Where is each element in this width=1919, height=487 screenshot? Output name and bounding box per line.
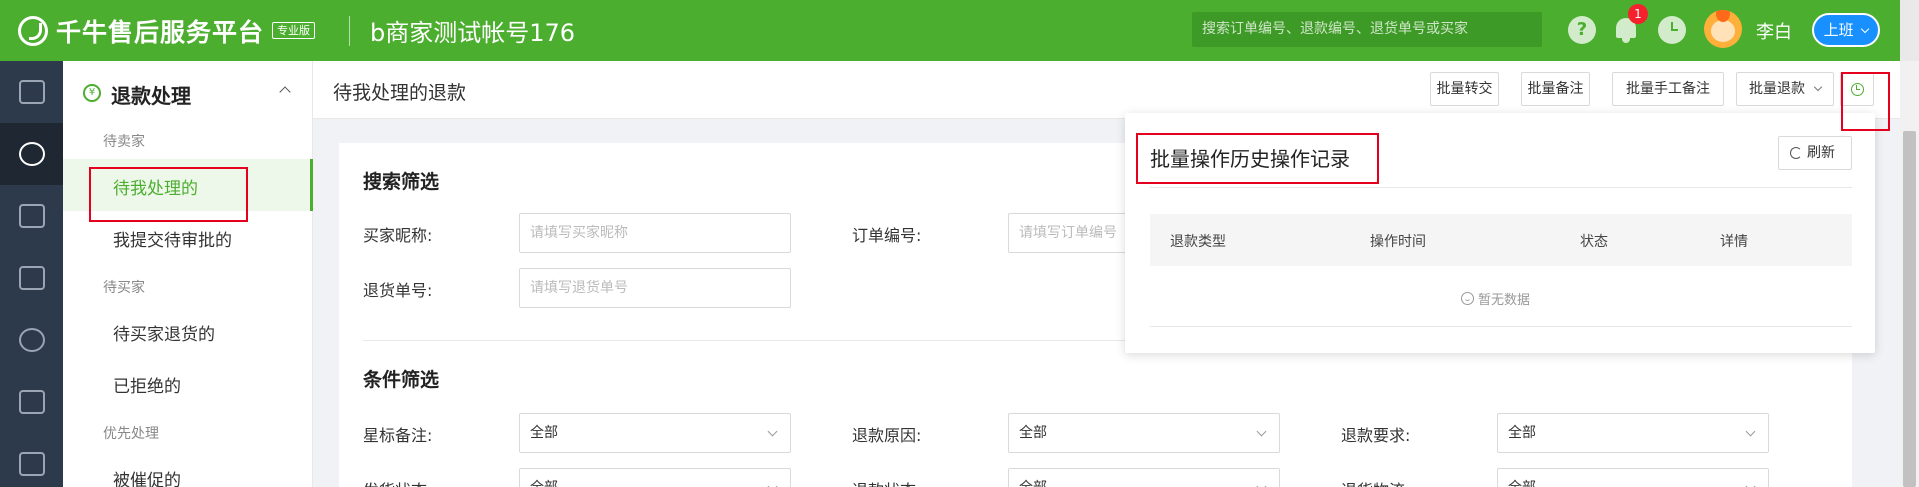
header-scroll-gutter — [1900, 0, 1919, 61]
page-title: 待我处理的退款 — [333, 82, 467, 104]
refund-reason-select[interactable]: 全部 — [1008, 413, 1280, 453]
smile-icon — [1461, 292, 1474, 305]
sidebar-item-label: 我提交待审批的 — [113, 231, 232, 251]
sidebar-item-await-return[interactable]: 待买家退货的 — [63, 305, 313, 357]
refresh-icon — [1790, 147, 1802, 159]
home-icon — [19, 80, 45, 104]
batch-history-popover: 批量操作历史操作记录 刷新 退款类型 操作时间 状态 详情 暂无数据 — [1125, 113, 1875, 353]
star-note-label: 星标备注: — [363, 426, 433, 445]
global-search-input[interactable]: 搜索订单编号、退款编号、退货单号或买家 — [1192, 12, 1542, 47]
refund-icon — [19, 142, 45, 166]
batch-manual-note-button[interactable]: 批量手工备注 — [1612, 72, 1724, 106]
nav-calendar[interactable] — [0, 433, 63, 487]
return-no-input[interactable]: 请填写退货单号 — [519, 268, 791, 308]
vertical-scrollbar[interactable] — [1900, 61, 1919, 487]
batch-transfer-button[interactable]: 批量转交 — [1430, 72, 1499, 106]
chevron-down-icon — [1813, 82, 1823, 92]
panel-divider — [1150, 326, 1852, 327]
buyer-nick-label: 买家昵称: — [363, 226, 433, 245]
panel-divider — [1150, 187, 1852, 188]
chevron-down-icon — [1861, 24, 1870, 34]
column-header: 状态 — [1580, 234, 1608, 250]
header-divider — [349, 15, 351, 46]
qianniu-logo-icon — [18, 15, 48, 46]
secondary-sidebar: ¥ 退款处理 待卖家 待我处理的 我提交待审批的 待买家 待买家退货的 已拒绝的… — [63, 61, 313, 487]
nav-home[interactable] — [0, 61, 63, 123]
buyer-nick-input[interactable]: 请填写买家昵称 — [519, 213, 791, 253]
users-icon — [19, 390, 45, 414]
user-avatar[interactable] — [1704, 10, 1742, 48]
sidebar-section-title: 退款处理 — [111, 84, 191, 108]
history-button[interactable] — [1840, 72, 1874, 106]
refund-status-label: 退款状态: — [852, 477, 921, 487]
empty-state-text: 暂无数据 — [1478, 293, 1531, 308]
sidebar-item-label: 待我处理的 — [113, 179, 198, 199]
edition-badge: 专业版 — [272, 22, 316, 39]
column-header: 详情 — [1720, 234, 1748, 250]
return-logistics-select[interactable]: 全部 — [1497, 468, 1769, 487]
chevron-up-icon[interactable] — [279, 86, 291, 98]
scrollbar-thumb[interactable] — [1903, 131, 1916, 487]
sidebar-item-label: 待买家退货的 — [113, 325, 215, 345]
refresh-label: 刷新 — [1807, 145, 1835, 161]
refund-request-label: 退款要求: — [1341, 426, 1411, 445]
duty-status-button[interactable]: 上班 — [1812, 13, 1880, 47]
search-section-title: 搜索筛选 — [363, 171, 440, 193]
nav-refund[interactable] — [0, 123, 63, 185]
sidebar-group-label: 待卖家 — [103, 134, 145, 150]
batch-note-button[interactable]: 批量备注 — [1521, 72, 1590, 106]
refund-request-select[interactable]: 全部 — [1497, 413, 1769, 453]
logo-text: 千牛售后服务平台 — [56, 17, 265, 47]
batch-refund-label: 批量退款 — [1749, 81, 1805, 97]
batch-refund-dropdown[interactable]: 批量退款 — [1736, 72, 1834, 106]
calendar-icon — [19, 452, 45, 476]
sidebar-item-label: 被催促的 — [113, 471, 181, 487]
user-name[interactable]: 李白 — [1756, 18, 1792, 44]
refresh-button[interactable]: 刷新 — [1778, 136, 1852, 170]
help-icon[interactable]: ? — [1568, 16, 1596, 44]
sidebar-section-header[interactable]: ¥ 退款处理 — [63, 61, 313, 125]
account-title: b商家测试帐号176 — [370, 19, 576, 47]
return-logistics-label: 退货物流: — [1341, 477, 1410, 487]
sidebar-item-rejected[interactable]: 已拒绝的 — [63, 357, 313, 409]
compass-icon — [19, 328, 45, 352]
column-header: 退款类型 — [1170, 234, 1226, 250]
star-note-select[interactable]: 全部 — [519, 413, 791, 453]
notification-count-badge: 1 — [1628, 4, 1648, 24]
ship-status-select[interactable]: 全部 — [519, 468, 791, 487]
sidebar-item-submitted-approval[interactable]: 我提交待审批的 — [63, 211, 313, 263]
nav-list[interactable] — [0, 185, 63, 247]
clock-history-icon — [1851, 83, 1864, 96]
module-icon-bar — [0, 61, 63, 487]
condition-section-title: 条件筛选 — [363, 369, 440, 391]
refund-icon: ¥ — [83, 84, 101, 102]
sidebar-item-pending-mine[interactable]: 待我处理的 — [63, 159, 313, 211]
refund-reason-label: 退款原因: — [852, 426, 922, 445]
history-table-header: 退款类型 操作时间 状态 详情 — [1150, 214, 1852, 266]
duty-status-label: 上班 — [1823, 21, 1854, 39]
ship-status-label: 发货状态: — [363, 477, 432, 487]
nav-users[interactable] — [0, 371, 63, 433]
return-no-label: 退货单号: — [363, 281, 433, 300]
app-logo[interactable]: 千牛售后服务平台 专业版 — [18, 13, 316, 49]
empty-state: 暂无数据 — [1461, 289, 1530, 308]
history-panel-title: 批量操作历史操作记录 — [1150, 147, 1350, 171]
return-icon — [19, 266, 45, 290]
refund-status-select[interactable]: 全部 — [1008, 468, 1280, 487]
order-no-label: 订单编号: — [852, 226, 922, 245]
clock-icon[interactable] — [1658, 16, 1686, 44]
main-header: 待我处理的退款 批量转交 批量备注 批量手工备注 批量退款 — [313, 61, 1900, 119]
sidebar-item-label: 已拒绝的 — [113, 377, 181, 397]
column-header: 操作时间 — [1370, 234, 1426, 250]
list-icon — [19, 204, 45, 228]
sidebar-item-urged[interactable]: 被催促的 — [63, 451, 313, 487]
nav-return[interactable] — [0, 247, 63, 309]
sidebar-group-label: 优先处理 — [103, 426, 159, 442]
sidebar-group-label: 待买家 — [103, 280, 145, 296]
nav-compass[interactable] — [0, 309, 63, 371]
